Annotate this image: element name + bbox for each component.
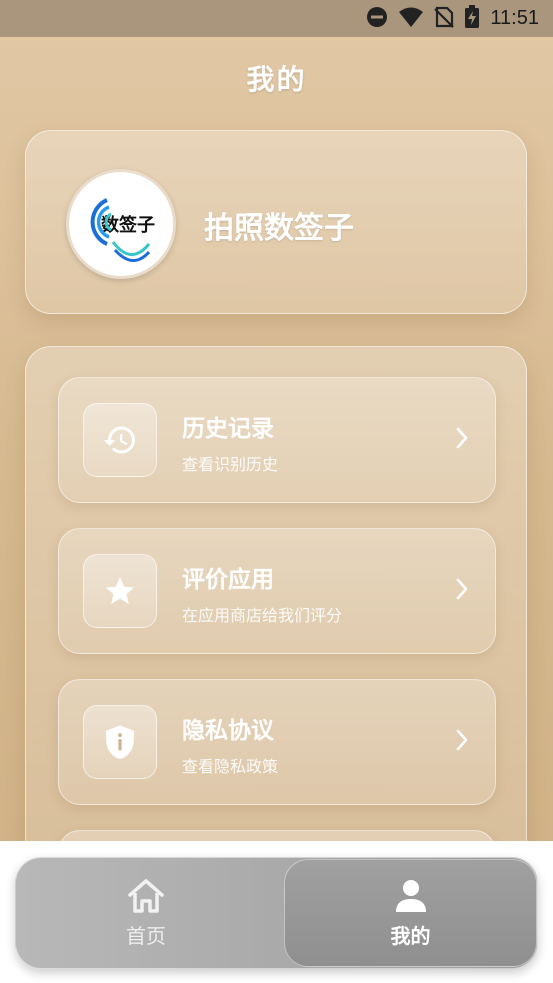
home-icon bbox=[128, 878, 164, 913]
menu-item-title: 隐私协议 bbox=[182, 718, 274, 744]
chevron-right-icon bbox=[455, 426, 469, 454]
star-icon-tile bbox=[83, 554, 157, 628]
history-icon-tile bbox=[83, 403, 157, 477]
app-logo-arcs-icon bbox=[90, 198, 112, 246]
tab-home-label: 首页 bbox=[126, 923, 166, 948]
no-sim-icon bbox=[434, 6, 455, 32]
menu-item-title: 历史记录 bbox=[182, 416, 274, 442]
menu-item-privacy[interactable]: 隐私协议 查看隐私政策 bbox=[58, 679, 496, 805]
status-time: 11:51 bbox=[490, 7, 539, 29]
status-icons: 11:51 bbox=[366, 0, 539, 37]
menu-item-title: 评价应用 bbox=[182, 567, 274, 593]
menu-item-history[interactable]: 历史记录 查看识别历史 bbox=[58, 377, 496, 503]
menu-item-subtitle: 查看识别历史 bbox=[182, 455, 279, 474]
battery-charging-icon bbox=[464, 4, 480, 33]
wifi-icon bbox=[398, 6, 424, 32]
menu-item-subtitle: 在应用商店给我们评分 bbox=[182, 606, 343, 625]
chevron-right-icon bbox=[455, 577, 469, 605]
star-icon bbox=[105, 576, 135, 605]
tab-home[interactable]: 首页 bbox=[16, 858, 276, 968]
profile-name: 拍照数签子 bbox=[204, 211, 354, 246]
menu-item-rate-app[interactable]: 评价应用 在应用商店给我们评分 bbox=[58, 528, 496, 654]
shield-icon-tile bbox=[83, 705, 157, 779]
do-not-disturb-icon bbox=[366, 6, 388, 32]
chevron-right-icon bbox=[455, 728, 469, 756]
page-title: 我的 bbox=[246, 63, 307, 96]
tab-mine-label: 我的 bbox=[390, 923, 431, 948]
shield-info-icon bbox=[106, 725, 134, 760]
menu-item-subtitle: 查看隐私政策 bbox=[182, 757, 279, 776]
avatar: 数签子 bbox=[66, 169, 176, 279]
bottom-tabbar: 首页 我的 bbox=[15, 857, 538, 969]
app-logo-arcs-right-icon bbox=[111, 241, 151, 262]
profile-card[interactable]: 数签子 拍照数签子 bbox=[25, 130, 527, 314]
status-bar: 11:51 bbox=[0, 0, 553, 37]
tab-mine[interactable]: 我的 bbox=[284, 859, 537, 967]
person-icon bbox=[395, 879, 426, 912]
history-icon bbox=[103, 426, 135, 454]
